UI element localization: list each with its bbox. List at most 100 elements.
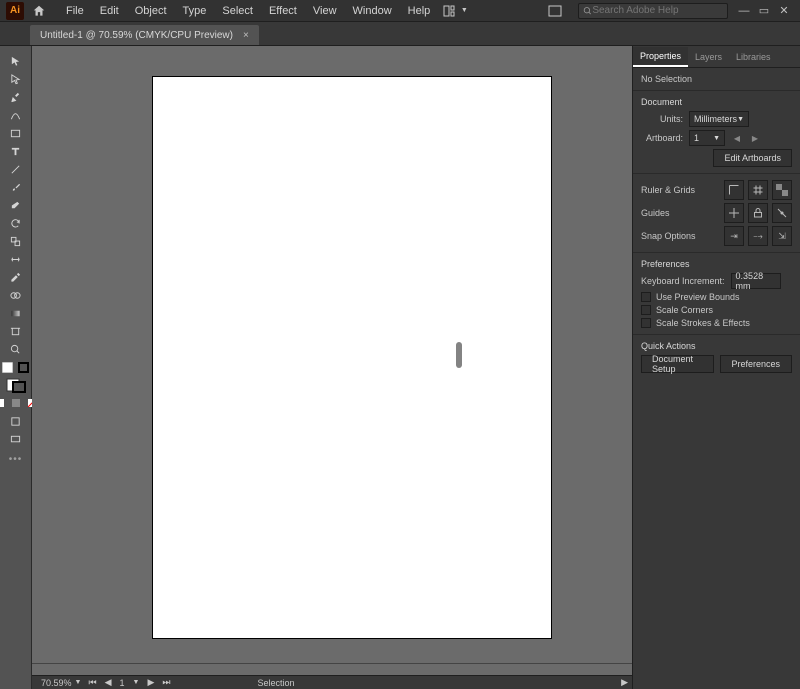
ruler-toggle-icon[interactable]	[724, 180, 744, 200]
search-input[interactable]	[592, 5, 723, 16]
scale-tool[interactable]	[9, 234, 23, 248]
units-label: Units:	[641, 114, 683, 124]
tab-libraries[interactable]: Libraries	[729, 48, 778, 66]
transparency-grid-icon[interactable]	[772, 180, 792, 200]
fill-stroke-indicator[interactable]	[2, 378, 30, 392]
zoom-dropdown[interactable]: 70.59%▼	[36, 678, 86, 688]
grid-toggle-icon[interactable]	[748, 180, 768, 200]
horizontal-scrollbar[interactable]	[32, 663, 632, 675]
artboard-first-button[interactable]: ⏮	[86, 677, 98, 688]
tool-panel: •••	[0, 46, 32, 689]
minimize-button[interactable]: —	[734, 2, 754, 20]
artboard-dropdown[interactable]: 1▼	[689, 130, 725, 146]
paintbrush-tool[interactable]	[9, 180, 23, 194]
artboard[interactable]	[152, 76, 552, 639]
document-section-title: Document	[641, 97, 792, 107]
line-segment-tool[interactable]	[9, 162, 23, 176]
document-tab-title: Untitled-1 @ 70.59% (CMYK/CPU Preview)	[40, 30, 233, 41]
menu-help[interactable]: Help	[400, 3, 439, 19]
pen-tool[interactable]	[9, 90, 23, 104]
vertical-scroll-thumb[interactable]	[456, 342, 462, 368]
search-field[interactable]	[578, 3, 728, 19]
artboard-next-icon[interactable]: ▶	[749, 131, 761, 145]
snap-options-label: Snap Options	[641, 231, 718, 241]
current-tool-label: Selection	[252, 678, 299, 688]
eyedropper-tool[interactable]	[9, 270, 23, 284]
edit-toolbar-icon[interactable]: •••	[9, 454, 23, 465]
menu-select[interactable]: Select	[214, 3, 261, 19]
status-menu-icon[interactable]: ▶	[621, 677, 628, 688]
artboard-prev-icon[interactable]: ◀	[731, 131, 743, 145]
artboard-nav: ⏮ ◀ 1 ▼ ▶ ⏭	[86, 677, 172, 688]
type-tool[interactable]	[9, 144, 23, 158]
document-tab[interactable]: Untitled-1 @ 70.59% (CMYK/CPU Preview) ×	[30, 25, 259, 45]
menu-effect[interactable]: Effect	[261, 3, 305, 19]
fill-swatch[interactable]	[1, 360, 15, 374]
right-panel-group: Properties Layers Libraries No Selection…	[632, 46, 800, 689]
properties-panel: No Selection Document Units: Millimeters…	[633, 68, 800, 689]
eraser-tool[interactable]	[9, 198, 23, 212]
direct-selection-tool[interactable]	[9, 72, 23, 86]
selection-tool[interactable]	[9, 54, 23, 68]
canvas-viewport[interactable]	[32, 46, 632, 663]
menu-type[interactable]: Type	[175, 3, 215, 19]
menu-edit[interactable]: Edit	[92, 3, 127, 19]
scale-corners-checkbox[interactable]: Scale Corners	[641, 305, 792, 315]
artboard-prev-button[interactable]: ◀	[103, 677, 114, 688]
scale-strokes-checkbox[interactable]: Scale Strokes & Effects	[641, 318, 792, 328]
color-mode-icon[interactable]	[0, 396, 7, 410]
artboard-label: Artboard:	[641, 133, 683, 143]
selection-status: No Selection	[641, 74, 792, 84]
status-bar: 70.59%▼ ⏮ ◀ 1 ▼ ▶ ⏭ Selection ▶	[32, 675, 632, 689]
app-logo: Ai	[6, 2, 24, 20]
menu-view[interactable]: View	[305, 3, 345, 19]
search-icon	[583, 6, 592, 16]
workspace-switcher-icon[interactable]: ▼	[442, 3, 468, 19]
stroke-swatch[interactable]	[17, 360, 31, 374]
guides-label: Guides	[641, 208, 718, 218]
guides-lock-icon[interactable]	[748, 203, 768, 223]
edit-artboards-button[interactable]: Edit Artboards	[713, 149, 792, 167]
home-icon[interactable]	[30, 2, 48, 20]
artboard-index-field[interactable]: 1	[118, 678, 127, 688]
use-preview-bounds-checkbox[interactable]: Use Preview Bounds	[641, 292, 792, 302]
menu-object[interactable]: Object	[127, 3, 175, 19]
width-tool[interactable]	[9, 252, 23, 266]
draw-mode-icon[interactable]	[9, 414, 23, 428]
artboard-tool[interactable]	[9, 324, 23, 338]
rectangle-tool[interactable]	[9, 126, 23, 140]
menu-window[interactable]: Window	[345, 3, 400, 19]
tab-properties[interactable]: Properties	[633, 47, 688, 67]
quick-actions-title: Quick Actions	[641, 341, 792, 351]
artboard-last-button[interactable]: ⏭	[160, 677, 172, 688]
shape-builder-tool[interactable]	[9, 288, 23, 302]
document-setup-button[interactable]: Document Setup	[641, 355, 714, 373]
preferences-button[interactable]: Preferences	[720, 355, 793, 373]
ruler-grids-label: Ruler & Grids	[641, 185, 718, 195]
gradient-mode-icon[interactable]	[9, 396, 23, 410]
rotate-tool[interactable]	[9, 216, 23, 230]
units-dropdown[interactable]: Millimeters▼	[689, 111, 749, 127]
zoom-tool[interactable]	[9, 342, 23, 356]
canvas-area: 70.59%▼ ⏮ ◀ 1 ▼ ▶ ⏭ Selection ▶	[32, 46, 632, 689]
artboard-next-button[interactable]: ▶	[145, 677, 156, 688]
smart-guides-icon[interactable]	[772, 203, 792, 223]
curvature-tool[interactable]	[9, 108, 23, 122]
menu-bar: Ai File Edit Object Type Select Effect V…	[0, 0, 800, 22]
menu-file[interactable]: File	[58, 3, 92, 19]
preferences-section-title: Preferences	[641, 259, 792, 269]
panel-tabs: Properties Layers Libraries	[633, 46, 800, 68]
arrange-documents-icon[interactable]	[542, 3, 568, 19]
tab-layers[interactable]: Layers	[688, 48, 729, 66]
keyboard-increment-input[interactable]: 0.3528 mm	[731, 273, 781, 289]
gradient-tool[interactable]	[9, 306, 23, 320]
snap-grid-icon[interactable]: ⇲	[772, 226, 792, 246]
close-button[interactable]: ✕	[774, 2, 794, 20]
maximize-button[interactable]: ▭	[754, 2, 774, 20]
guides-visibility-icon[interactable]	[724, 203, 744, 223]
keyboard-increment-label: Keyboard Increment:	[641, 276, 725, 286]
close-tab-icon[interactable]: ×	[243, 30, 249, 41]
screen-mode-icon[interactable]	[9, 432, 23, 446]
snap-point-icon[interactable]: ⤍	[748, 226, 768, 246]
snap-pixel-icon[interactable]: ⇥	[724, 226, 744, 246]
